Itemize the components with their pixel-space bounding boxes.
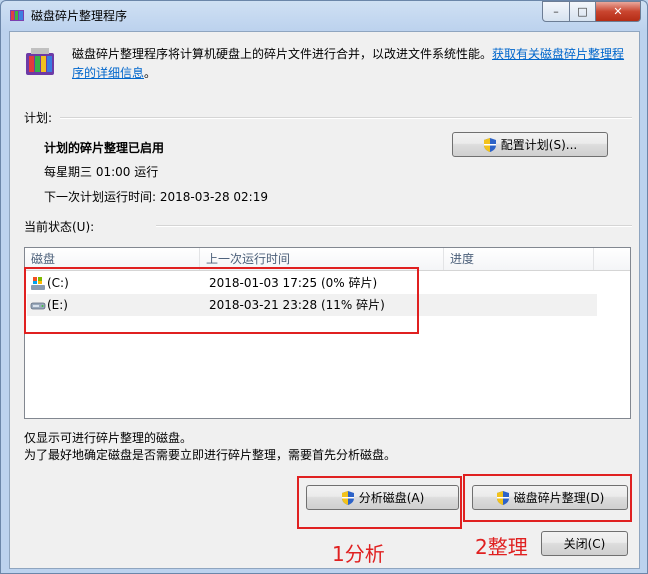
title-bar[interactable]: 磁盘碎片整理程序 – □ ✕ <box>1 1 647 29</box>
maximize-button[interactable]: □ <box>570 1 596 22</box>
window-title: 磁盘碎片整理程序 <box>31 9 128 23</box>
current-status-label: 当前状态(U): <box>24 220 95 234</box>
schedule-label: 计划: <box>24 111 53 125</box>
close-window-button[interactable]: ✕ <box>596 1 641 22</box>
schedule-time: 每星期三 01:00 运行 <box>44 165 159 179</box>
intro-text: 磁盘碎片整理程序将计算机硬盘上的碎片文件进行合并，以改进文件系统性能。获取有关磁… <box>72 45 632 83</box>
defrag-window: 磁盘碎片整理程序 – □ ✕ 磁盘碎片整理程序将计算机硬盘上的碎片文件进行合并，… <box>0 0 648 574</box>
intro-description: 磁盘碎片整理程序将计算机硬盘上的碎片文件进行合并，以改进文件系统性能。 <box>72 47 493 61</box>
schedule-status: 计划的碎片整理已启用 <box>44 141 165 155</box>
configure-schedule-button[interactable]: 配置计划(S)... <box>452 132 608 157</box>
next-run-time: 下一次计划运行时间: 2018-03-28 02:19 <box>44 190 268 204</box>
uac-shield-icon <box>483 137 496 152</box>
note-defraggable-only: 仅显示可进行碎片整理的磁盘。 <box>24 431 193 445</box>
close-button[interactable]: 关闭(C) <box>541 531 628 556</box>
status-divider <box>156 225 632 227</box>
caption-buttons: – □ ✕ <box>542 1 641 22</box>
defrag-app-icon <box>10 10 24 21</box>
intro-suffix: 。 <box>144 66 157 80</box>
schedule-divider <box>60 117 632 119</box>
annotation-highlight-disks <box>24 267 419 334</box>
annotation-highlight-defrag <box>463 474 632 522</box>
annotation-step-analyze: 1分析 <box>332 542 385 566</box>
window-client-area: 磁盘碎片整理程序将计算机硬盘上的碎片文件进行合并，以改进文件系统性能。获取有关磁… <box>9 31 640 569</box>
column-progress[interactable]: 进度 <box>444 248 594 270</box>
configure-schedule-label: 配置计划(S)... <box>500 138 578 152</box>
note-analyze-first: 为了最好地确定磁盘是否需要立即进行碎片整理，需要首先分析磁盘。 <box>24 448 397 462</box>
defrag-large-icon <box>26 48 54 75</box>
annotation-highlight-analyze <box>297 476 462 529</box>
minimize-button[interactable]: – <box>542 1 570 22</box>
annotation-step-defrag: 2整理 <box>475 535 528 559</box>
